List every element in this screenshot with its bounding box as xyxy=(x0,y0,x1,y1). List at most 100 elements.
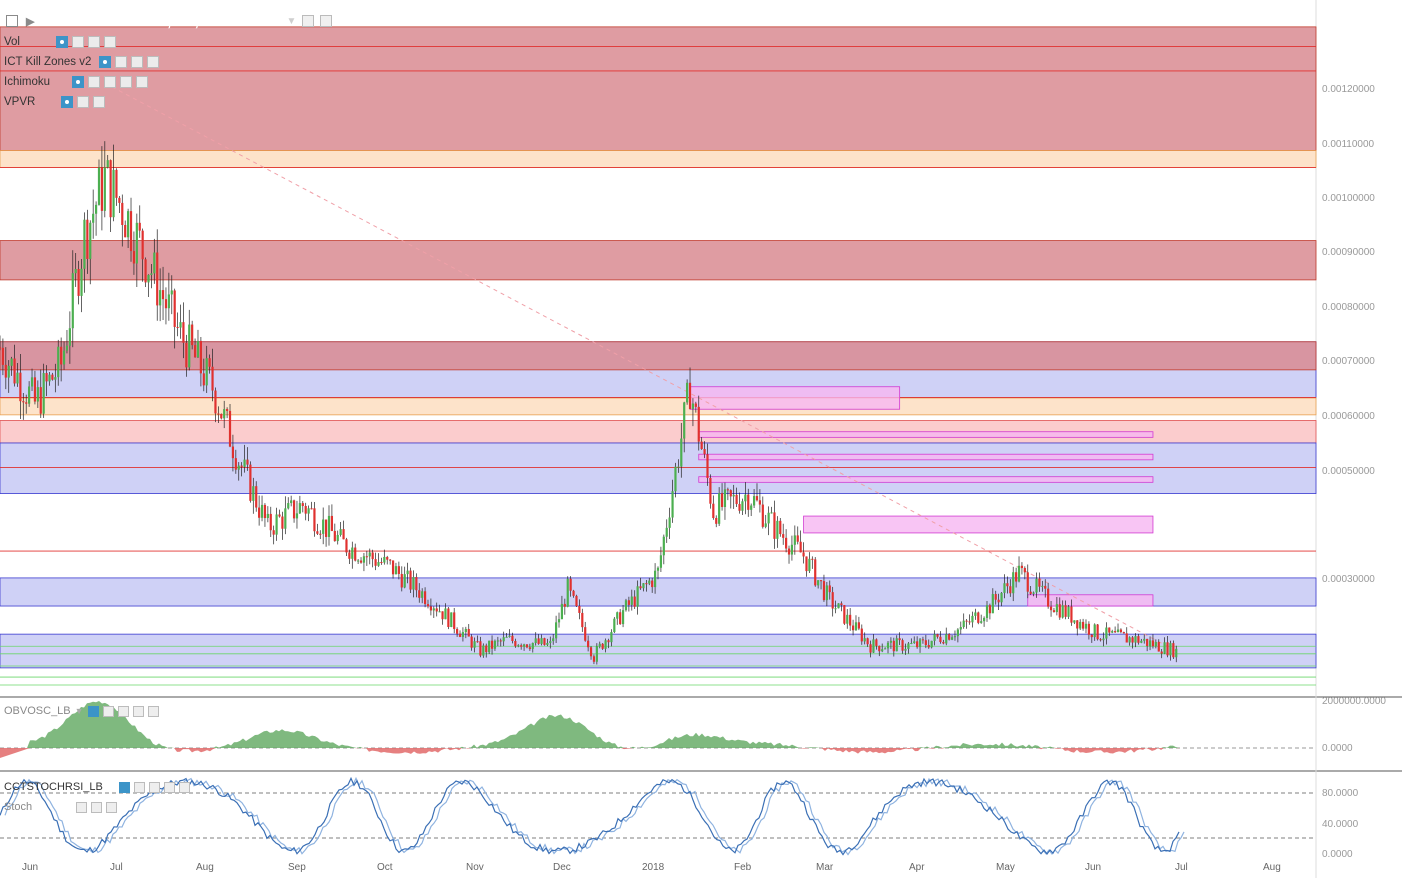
candle-body xyxy=(811,558,814,560)
chevron-down-icon[interactable]: ▼ xyxy=(75,706,84,716)
eye-icon[interactable] xyxy=(76,801,88,813)
candle-body xyxy=(1166,642,1169,656)
candle-body xyxy=(825,585,828,601)
close-icon[interactable] xyxy=(178,781,190,793)
candle-body xyxy=(470,636,473,648)
stoch-sub-header[interactable]: Stoch xyxy=(4,801,118,813)
candle-body xyxy=(10,358,13,366)
candle-body xyxy=(103,167,106,211)
order-block-box xyxy=(1027,594,1154,607)
candle-body xyxy=(1026,572,1029,592)
candle-body xyxy=(959,627,962,630)
indicator-vol[interactable]: Vol xyxy=(4,34,116,50)
candle-body xyxy=(16,372,19,384)
candle-body xyxy=(83,219,86,269)
candle-body xyxy=(980,621,983,623)
close-icon[interactable] xyxy=(147,705,159,717)
price-badge: 0.00020500 xyxy=(1325,635,1381,647)
candle-body xyxy=(840,603,843,606)
plus-icon[interactable] xyxy=(88,36,100,48)
eye-icon[interactable] xyxy=(87,705,99,717)
candle-body xyxy=(1017,565,1021,582)
candle-body xyxy=(127,211,130,238)
eye-icon[interactable] xyxy=(61,96,74,108)
candle-body xyxy=(1035,578,1038,593)
candle-body xyxy=(109,160,112,218)
x-tick-label: Aug xyxy=(1263,862,1281,873)
candle-body xyxy=(991,594,994,614)
axis-tick-label: 0.00090000 xyxy=(1322,247,1375,258)
candle-body xyxy=(575,595,578,606)
settings-icon[interactable] xyxy=(72,36,84,48)
candle-body xyxy=(985,605,989,618)
candle-body xyxy=(939,636,942,643)
settings-icon[interactable] xyxy=(88,76,101,88)
eye-icon[interactable] xyxy=(99,56,112,68)
obv-pane-header[interactable]: OBVOSC_LB ▼ xyxy=(4,705,159,717)
close-icon[interactable] xyxy=(147,56,160,68)
candle-body xyxy=(659,555,663,568)
candle-body xyxy=(1052,610,1056,613)
stoch-axis-tick: 40.0000 xyxy=(1322,819,1359,830)
candle-body xyxy=(421,591,424,598)
candle-body xyxy=(677,466,680,468)
candle-body xyxy=(313,508,316,532)
order-block-box xyxy=(698,476,1154,483)
settings-icon[interactable] xyxy=(302,15,315,27)
settings-icon[interactable] xyxy=(91,801,103,813)
source-icon[interactable] xyxy=(104,76,117,88)
candle-body xyxy=(744,494,747,502)
close-icon[interactable] xyxy=(320,15,333,27)
close-icon[interactable] xyxy=(136,76,149,88)
collapse-icon[interactable] xyxy=(6,15,18,27)
symbol-title[interactable]: Peercoin / Bitcoin, 1D, POLONIEX xyxy=(40,13,280,30)
candle-body xyxy=(266,513,269,519)
order-block-box xyxy=(698,431,1154,438)
play-icon[interactable]: ▶ xyxy=(26,15,34,28)
close-icon[interactable] xyxy=(104,36,116,48)
candle-body xyxy=(365,556,368,558)
candle-body xyxy=(278,514,281,517)
candle-body xyxy=(956,629,959,637)
candle-body xyxy=(100,167,104,211)
eye-icon[interactable] xyxy=(72,76,85,88)
chevron-down-icon[interactable]: ▼ xyxy=(287,16,297,27)
candle-body xyxy=(456,628,459,634)
plus-icon[interactable] xyxy=(120,76,133,88)
candle-body xyxy=(656,567,660,571)
close-icon[interactable] xyxy=(106,801,118,813)
stoch-pane-header[interactable]: CCTSTOCHRSI_LB xyxy=(4,781,190,793)
eye-icon[interactable] xyxy=(56,36,68,48)
settings-icon[interactable] xyxy=(133,781,145,793)
close-icon[interactable] xyxy=(93,96,106,108)
candle-body xyxy=(106,160,109,168)
candle-body xyxy=(997,599,1000,603)
indicator-vpvr[interactable]: VPVR xyxy=(4,94,106,110)
chart-canvas[interactable] xyxy=(0,0,1402,878)
candle-body xyxy=(595,646,598,662)
indicator-ict-kill-zones[interactable]: ICT Kill Zones v2 xyxy=(4,54,160,70)
settings-icon[interactable] xyxy=(115,56,128,68)
plus-icon[interactable] xyxy=(132,705,144,717)
candle-body xyxy=(750,505,753,510)
source-icon[interactable] xyxy=(131,56,144,68)
settings-icon[interactable] xyxy=(102,705,114,717)
plus-icon[interactable] xyxy=(163,781,175,793)
stoch-axis-tick: 0.0000 xyxy=(1322,849,1353,860)
source-icon[interactable] xyxy=(117,705,129,717)
eye-icon[interactable] xyxy=(118,781,130,793)
candle-body xyxy=(505,636,508,638)
candle-body xyxy=(394,566,398,575)
candle-body xyxy=(461,632,465,637)
candle-body xyxy=(1000,592,1003,603)
candle-body xyxy=(290,500,293,504)
settings-icon[interactable] xyxy=(77,96,90,108)
candle-body xyxy=(1116,629,1120,633)
candle-body xyxy=(333,530,336,542)
candle-body xyxy=(295,513,299,519)
indicator-ichimoku[interactable]: Ichimoku xyxy=(4,74,149,90)
candle-body xyxy=(298,503,301,514)
candle-body xyxy=(426,604,430,607)
source-icon[interactable] xyxy=(148,781,160,793)
candle-body xyxy=(234,458,237,470)
